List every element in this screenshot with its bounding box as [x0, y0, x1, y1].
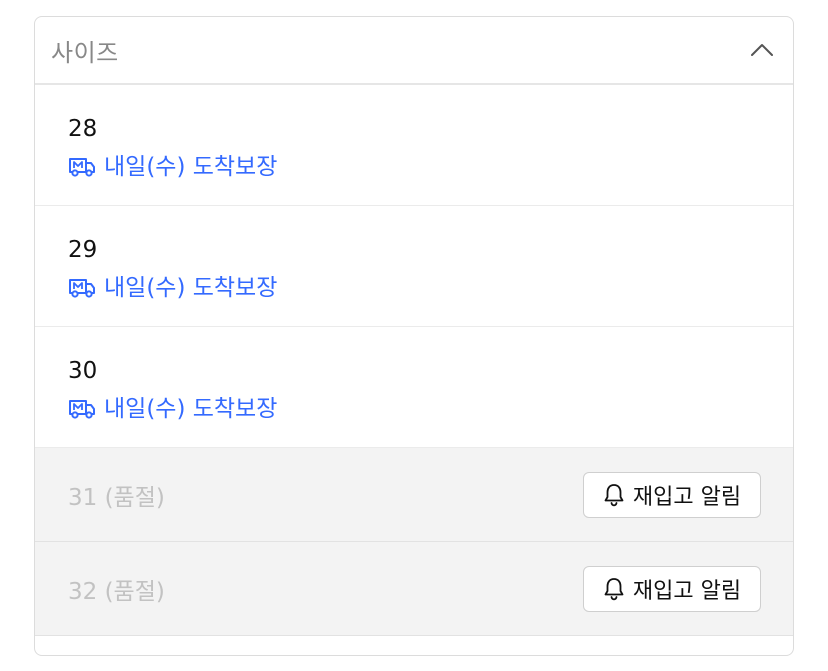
size-option-value: 30: [68, 358, 98, 384]
size-option-value: 28: [68, 116, 98, 142]
restock-alert-button[interactable]: 재입고 알림: [583, 471, 761, 518]
size-dropdown: 사이즈 28 내일(수) 도착보장 29 내일(수) 도착보장 30 내일(수)…: [34, 16, 794, 656]
size-option-30[interactable]: 30 내일(수) 도착보장: [35, 327, 793, 448]
delivery-guarantee-text: 내일(수) 도착보장: [104, 396, 278, 422]
bell-icon: [603, 577, 625, 601]
chevron-up-icon[interactable]: [749, 37, 775, 63]
delivery-guarantee: 내일(수) 도착보장: [68, 153, 793, 181]
size-dropdown-label: 사이즈: [51, 38, 119, 67]
delivery-guarantee: 내일(수) 도착보장: [68, 274, 793, 302]
restock-alert-label: 재입고 알림: [632, 484, 742, 510]
rocket-delivery-truck-icon: [68, 156, 96, 178]
size-dropdown-header[interactable]: 사이즈: [35, 17, 793, 85]
delivery-guarantee: 내일(수) 도착보장: [68, 395, 793, 423]
size-option-29[interactable]: 29 내일(수) 도착보장: [35, 206, 793, 327]
bell-icon: [603, 483, 625, 507]
restock-alert-label: 재입고 알림: [632, 578, 742, 604]
restock-alert-button[interactable]: 재입고 알림: [583, 565, 761, 612]
size-option-32-soldout: 32 (품절) 재입고 알림: [35, 542, 793, 636]
size-option-value: 29: [68, 237, 98, 263]
soldout-size-label: 31 (품절): [68, 484, 165, 511]
delivery-guarantee-text: 내일(수) 도착보장: [104, 275, 278, 301]
rocket-delivery-truck-icon: [68, 277, 96, 299]
rocket-delivery-truck-icon: [68, 398, 96, 420]
size-option-28[interactable]: 28 내일(수) 도착보장: [35, 85, 793, 206]
soldout-size-label: 32 (품절): [68, 578, 165, 605]
size-option-31-soldout: 31 (품절) 재입고 알림: [35, 448, 793, 542]
size-options-list: 28 내일(수) 도착보장 29 내일(수) 도착보장 30 내일(수) 도착보…: [35, 85, 793, 636]
delivery-guarantee-text: 내일(수) 도착보장: [104, 154, 278, 180]
